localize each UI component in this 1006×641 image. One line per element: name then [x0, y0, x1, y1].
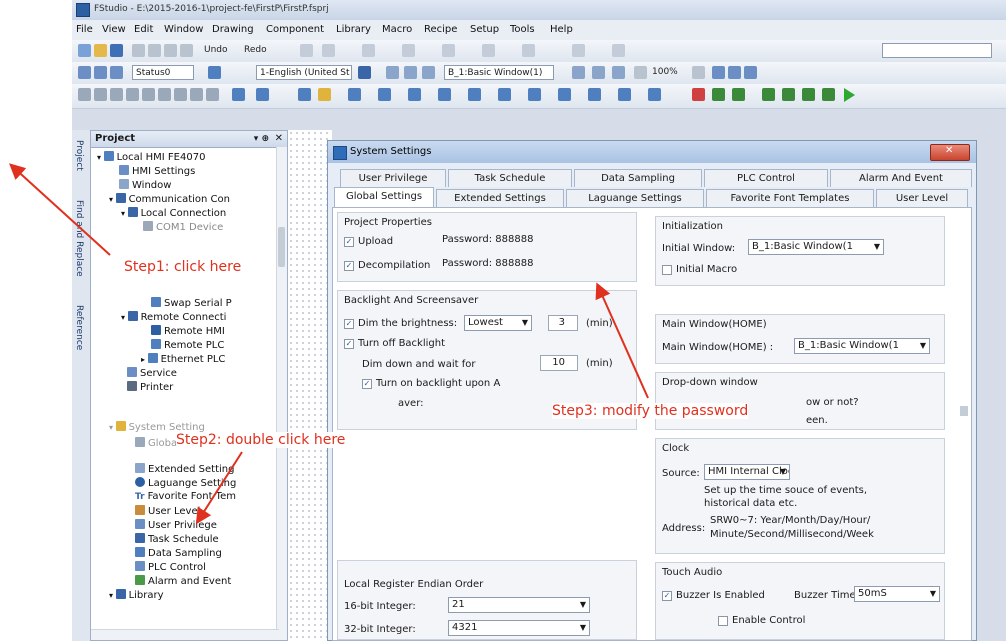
step1-arrow [9, 163, 111, 256]
annotation-arrows [9, 163, 649, 525]
step2-arrow [195, 451, 243, 525]
step3-arrow [595, 282, 649, 399]
